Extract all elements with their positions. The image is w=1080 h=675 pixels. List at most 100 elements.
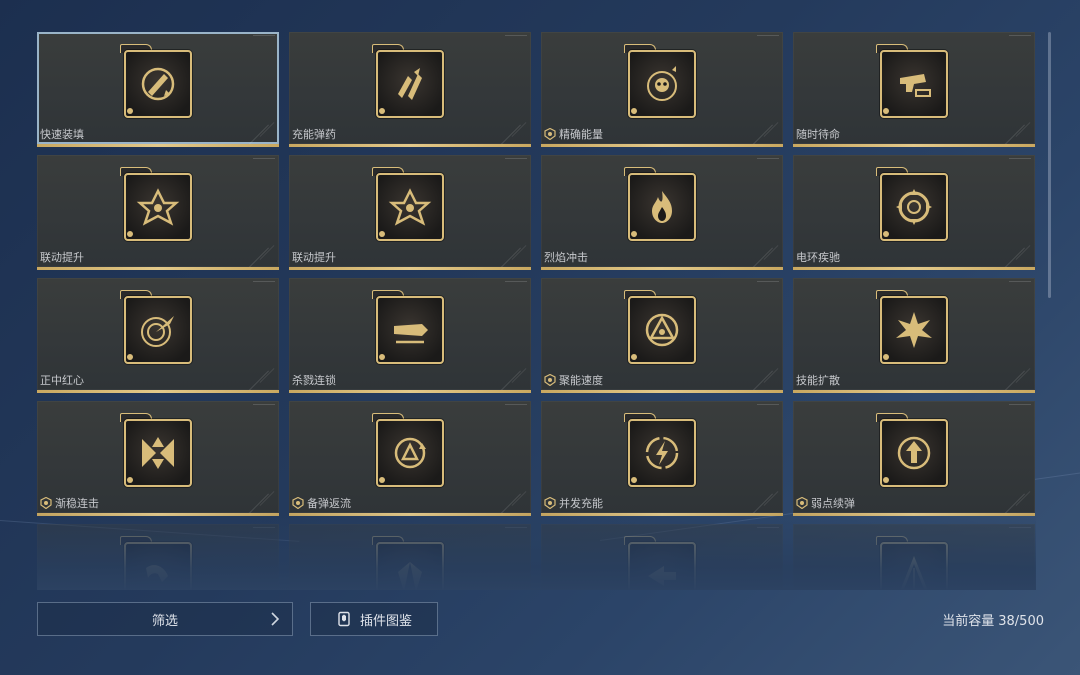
plugin-icon-frame xyxy=(120,536,192,590)
capacity-value: 38/500 xyxy=(998,614,1044,629)
card-corner xyxy=(757,281,779,285)
plugin-icon-frame xyxy=(372,167,444,241)
flame-icon xyxy=(652,191,672,223)
plugin-name: 电环疾驰 xyxy=(796,249,840,265)
plugin-name-label: 快速装填 xyxy=(40,128,84,141)
plugin-card[interactable]: 充能弹药 xyxy=(289,32,531,147)
card-bar xyxy=(37,513,279,516)
plugin-name-label: 聚能速度 xyxy=(559,374,603,387)
plugin-card[interactable]: 精确能量 xyxy=(541,32,783,147)
bottom-bar: 筛选 插件图鉴 当前容量 38/500 xyxy=(0,590,1080,675)
card-bar xyxy=(793,513,1035,516)
plugin-card[interactable]: 聚能速度 xyxy=(541,278,783,393)
card-corner xyxy=(1009,404,1031,408)
card-corner xyxy=(253,527,275,531)
skull-target-icon xyxy=(647,66,677,101)
card-bar xyxy=(37,267,279,270)
card-bar xyxy=(541,267,783,270)
plugin-icon-frame xyxy=(876,413,948,487)
electric-ring-icon xyxy=(896,189,932,225)
plugin-name-label: 技能扩散 xyxy=(796,374,840,387)
shield-badge-icon xyxy=(796,497,808,509)
plugin-card[interactable] xyxy=(289,524,531,590)
plugin-card[interactable]: 电环疾驰 xyxy=(793,155,1035,270)
card-corner xyxy=(1009,35,1031,39)
plugin-icon-frame xyxy=(120,413,192,487)
plugin-codex-button[interactable]: 插件图鉴 xyxy=(310,602,438,636)
plugin-card[interactable]: 正中红心 xyxy=(37,278,279,393)
card-bar xyxy=(37,144,279,147)
plugin-icon-frame xyxy=(372,290,444,364)
pistol-ammo-icon xyxy=(900,74,931,97)
plugin-name-label: 弱点续弹 xyxy=(811,497,855,510)
card-bar xyxy=(541,390,783,393)
card-bar xyxy=(793,144,1035,147)
filter-button[interactable]: 筛选 xyxy=(37,602,293,636)
card-corner xyxy=(1009,527,1031,531)
capacity-display: 当前容量 38/500 xyxy=(942,610,1044,629)
plugin-card[interactable]: 备弹返流 xyxy=(289,401,531,516)
up-arrow-target-icon xyxy=(897,436,931,470)
plugin-icon-frame xyxy=(372,536,444,590)
missile-reload-icon xyxy=(141,67,175,101)
bullseye-comet-icon xyxy=(141,316,174,347)
lightning-cycle-icon xyxy=(645,436,679,470)
card-bar xyxy=(37,390,279,393)
plugin-name: 快速装填 xyxy=(40,126,84,142)
plugin-card[interactable]: 技能扩散 xyxy=(793,278,1035,393)
plugin-name-label: 精确能量 xyxy=(559,128,603,141)
plugin-name-label: 联动提升 xyxy=(40,251,84,264)
chevron-right-icon xyxy=(271,612,280,626)
plugin-card[interactable] xyxy=(37,524,279,590)
plugin-card[interactable]: 烈焰冲击 xyxy=(541,155,783,270)
card-bar xyxy=(541,144,783,147)
plugin-card[interactable] xyxy=(541,524,783,590)
plugin-card[interactable]: 杀戮连锁 xyxy=(289,278,531,393)
plugin-name: 随时待命 xyxy=(796,126,840,142)
plugin-name: 弱点续弹 xyxy=(796,495,855,511)
card-corner xyxy=(505,281,527,285)
card-bar xyxy=(289,513,531,516)
codex-icon xyxy=(338,611,350,627)
plugin-icon-frame xyxy=(120,290,192,364)
scrollbar[interactable] xyxy=(1048,32,1051,298)
plugin-name: 聚能速度 xyxy=(544,372,603,388)
plugin-card[interactable]: 渐稳连击 xyxy=(37,401,279,516)
bullets-icon xyxy=(398,68,422,100)
plugin-name-label: 渐稳连击 xyxy=(55,497,99,510)
plugin-grid: 快速装填 充能弹药 精确能量 随时待命 联动提升 联动提升 烈焰冲击 电环疾驰 正中红心 杀戮连锁… xyxy=(37,32,1036,590)
plugin-name-label: 电环疾驰 xyxy=(796,251,840,264)
plugin-icon-frame xyxy=(624,167,696,241)
plugin-card[interactable]: 随时待命 xyxy=(793,32,1035,147)
star-link-icon xyxy=(136,188,180,226)
plugin-icon-frame xyxy=(624,413,696,487)
plugin-card[interactable]: 联动提升 xyxy=(289,155,531,270)
card-corner xyxy=(505,158,527,162)
plugin-icon-frame xyxy=(876,167,948,241)
plugin-card[interactable]: 并发充能 xyxy=(541,401,783,516)
codex-label: 插件图鉴 xyxy=(359,613,412,629)
plugin-card[interactable] xyxy=(793,524,1035,590)
star-link-icon xyxy=(388,188,432,226)
plugin-card[interactable]: 弱点续弹 xyxy=(793,401,1035,516)
card-corner xyxy=(253,158,275,162)
split-arrows-icon xyxy=(648,566,676,586)
plugin-icon-frame xyxy=(372,44,444,118)
plugin-icon-frame xyxy=(624,44,696,118)
plugin-icon-frame xyxy=(624,290,696,364)
shield-badge-icon xyxy=(544,497,556,509)
shield-badge-icon xyxy=(544,128,556,140)
card-corner xyxy=(1009,281,1031,285)
card-corner xyxy=(253,35,275,39)
card-bar xyxy=(289,267,531,270)
plugin-card[interactable]: 联动提升 xyxy=(37,155,279,270)
plugin-icon-frame xyxy=(120,44,192,118)
card-corner xyxy=(253,281,275,285)
plugin-icon-frame xyxy=(372,413,444,487)
plugin-name-label: 备弹返流 xyxy=(307,497,351,510)
plugin-card[interactable]: 快速装填 xyxy=(37,32,279,147)
card-corner xyxy=(253,404,275,408)
plugin-icon-frame xyxy=(624,536,696,590)
card-corner xyxy=(757,527,779,531)
shield-badge-icon xyxy=(40,497,52,509)
